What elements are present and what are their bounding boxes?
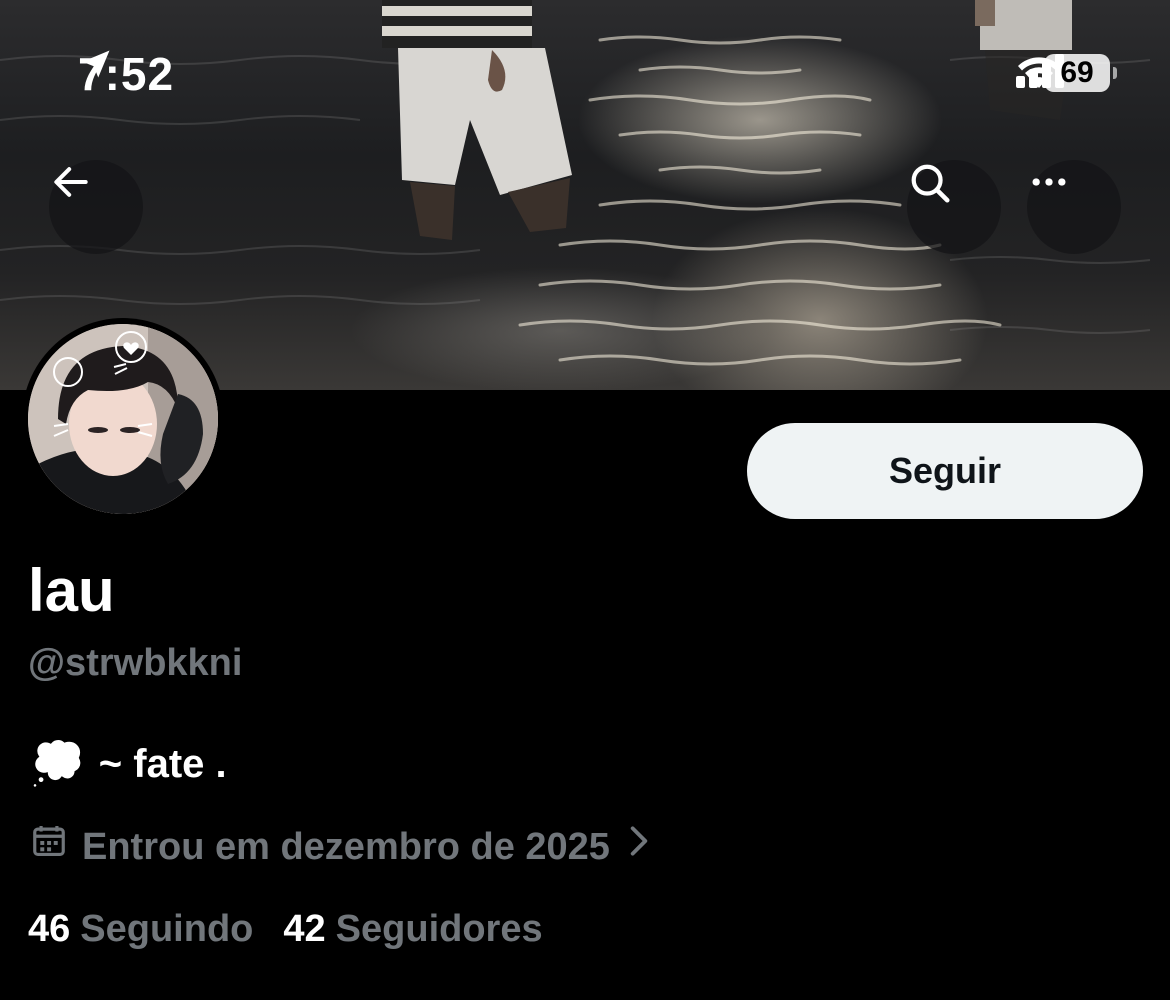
profile-banner-image[interactable]: 7:52 69	[0, 0, 1170, 390]
joined-date-text: Entrou em dezembro de 2025	[82, 825, 610, 868]
username-handle: @strwbkkni	[28, 642, 243, 684]
bio: 💭 ~ fate .	[30, 738, 227, 790]
status-time: 7:52	[78, 48, 175, 100]
status-indicators: 69	[1016, 54, 1117, 92]
followers-label: Seguidores	[335, 908, 543, 950]
joined-date-row[interactable]: Entrou em dezembro de 2025	[30, 822, 654, 871]
thought-balloon-icon: 💭	[30, 739, 85, 788]
bio-text: ~ fate .	[98, 742, 227, 786]
follow-button[interactable]: Seguir	[747, 423, 1143, 519]
following-count: 46	[28, 908, 71, 950]
display-name: lau	[28, 557, 115, 624]
follow-stats: 46 Seguindo 42 Seguidores	[28, 906, 573, 952]
followers-count-link[interactable]: 42 Seguidores	[283, 906, 542, 952]
avatar-image	[28, 324, 218, 514]
calendar-icon	[30, 822, 68, 871]
battery-icon: 69	[1044, 54, 1117, 92]
avatar[interactable]	[22, 318, 224, 520]
followers-count: 42	[283, 908, 326, 950]
search-button[interactable]	[907, 160, 1001, 254]
battery-level: 69	[1060, 56, 1094, 89]
more-options-button[interactable]	[1027, 160, 1121, 254]
following-label: Seguindo	[80, 908, 254, 950]
back-button[interactable]	[49, 160, 143, 254]
chevron-right-icon	[624, 822, 654, 871]
following-count-link[interactable]: 46 Seguindo	[28, 906, 253, 952]
profile-screen: 7:52 69 Seguir lau @strwbkkni 💭 ~ fate .…	[0, 0, 1170, 1000]
